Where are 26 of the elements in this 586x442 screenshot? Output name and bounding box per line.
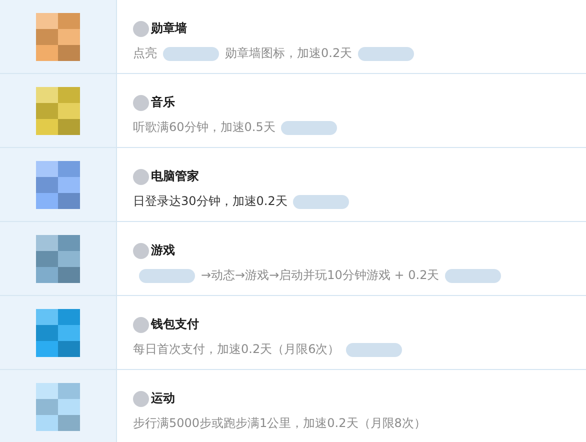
- blurred-patch: [281, 120, 338, 134]
- task-title: 游戏: [151, 242, 175, 259]
- task-description: 勋章墙图标，加速0.2天: [225, 45, 352, 62]
- blurred-patch: [133, 94, 149, 110]
- task-title: 电脑管家: [151, 168, 199, 185]
- task-title: 运动: [151, 390, 175, 407]
- blurred-patch: [293, 194, 350, 208]
- task-title: 音乐: [151, 94, 175, 111]
- task-description: →动态→游戏→启动并玩10分钟游戏 + 0.2天: [201, 267, 440, 284]
- blurred-patch: [133, 242, 149, 258]
- blurred-patch: [346, 342, 402, 356]
- task-description: 听歌满60分钟，加速0.5天: [133, 119, 276, 136]
- blurred-patch: [133, 316, 149, 332]
- blurred-patch: [163, 46, 219, 60]
- blurred-patch: [133, 168, 149, 184]
- task-title: 勋章墙: [151, 20, 187, 37]
- blurred-patch: [133, 390, 149, 406]
- blurred-patch: [358, 46, 414, 60]
- task-description: 步行满5000步或跑步满1公里，加速0.2天（月限8次）: [133, 415, 426, 432]
- task-description: 每日首次支付，加速0.2天（月限6次）: [133, 341, 340, 358]
- blurred-patch: [133, 20, 149, 36]
- blurred-patch: [139, 268, 195, 282]
- task-title: 钱包支付: [151, 316, 199, 333]
- task-description: 日登录达30分钟，加速0.2天: [133, 193, 288, 210]
- task-description: 点亮: [133, 45, 157, 62]
- blurred-patch: [445, 268, 502, 282]
